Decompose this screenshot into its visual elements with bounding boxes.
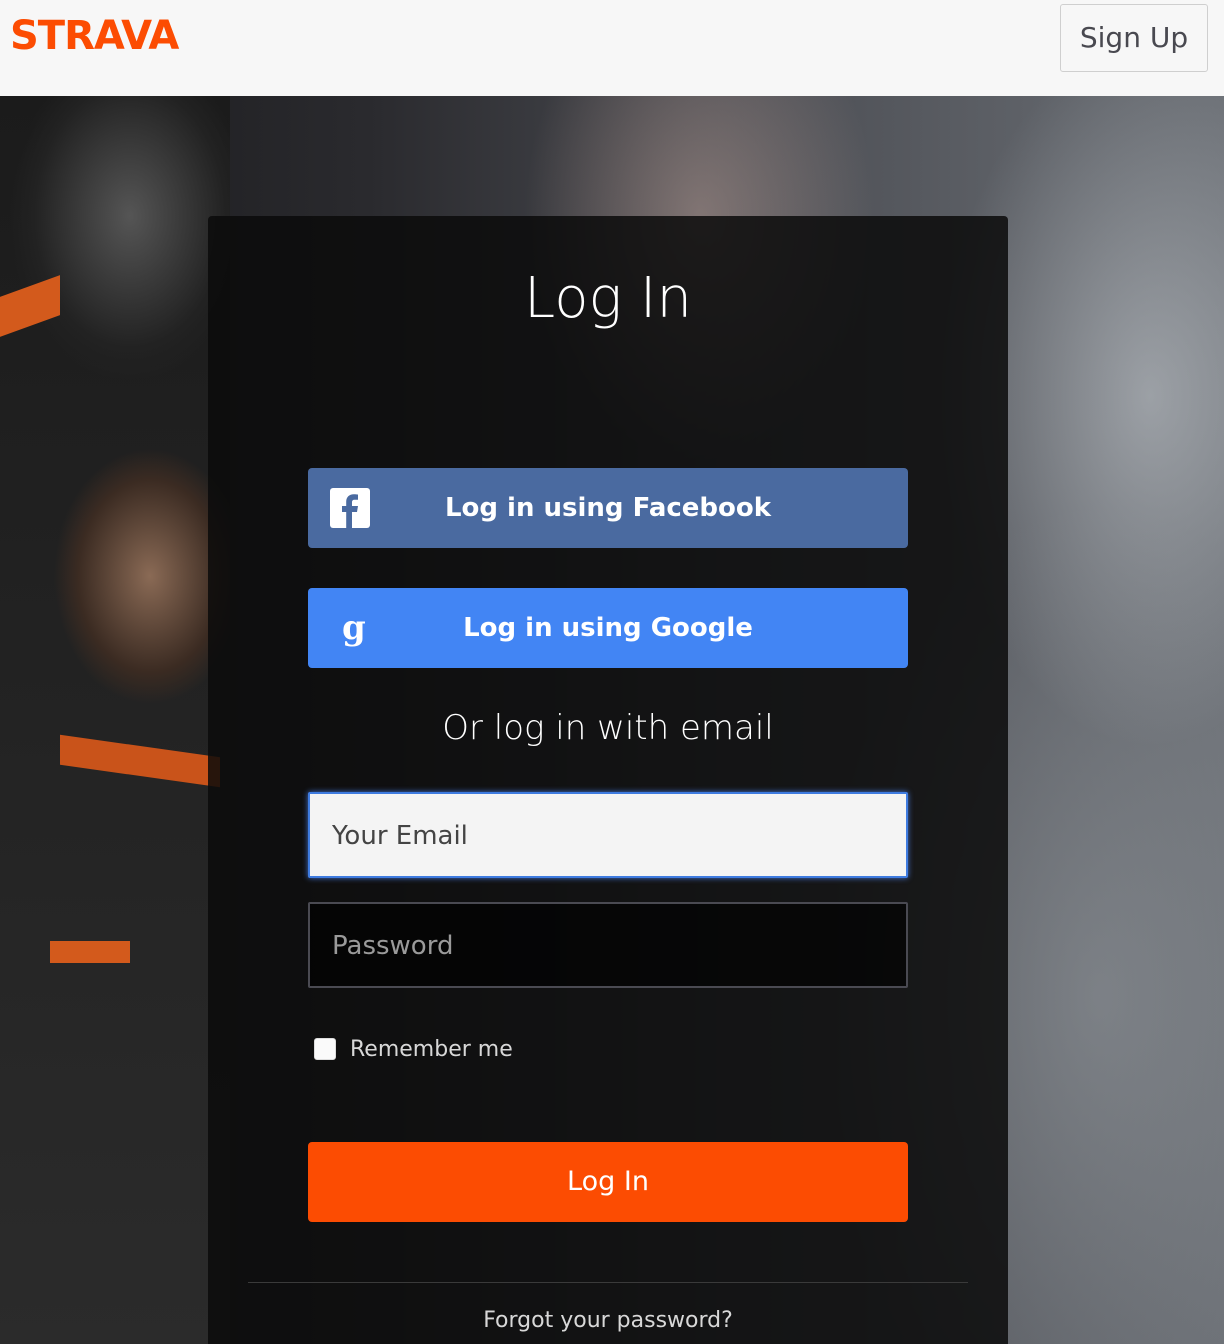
forgot-password-link[interactable]: Forgot your password? xyxy=(208,1306,1008,1336)
facebook-icon xyxy=(330,488,370,528)
photo-detail xyxy=(50,941,130,963)
sign-up-button[interactable]: Sign Up xyxy=(1060,4,1208,72)
strava-logo[interactable]: STRAVA xyxy=(10,14,179,58)
login-card: Log In Log in using Facebook g Log in us… xyxy=(208,216,1008,1344)
email-login-heading: Or log in with email xyxy=(442,708,774,748)
divider xyxy=(248,1282,968,1283)
facebook-login-label: Log in using Facebook xyxy=(444,493,772,523)
password-field[interactable]: Password xyxy=(308,902,908,988)
top-navigation-bar: STRAVA Sign Up xyxy=(0,0,1224,96)
log-in-button[interactable]: Log In xyxy=(308,1142,908,1222)
remember-me-label: Remember me xyxy=(350,1036,513,1062)
remember-me-checkbox[interactable] xyxy=(314,1038,336,1060)
google-login-label: Log in using Google xyxy=(463,613,753,643)
page-title: Log In xyxy=(524,266,692,331)
svg-text:g: g xyxy=(342,608,366,648)
remember-me-option[interactable]: Remember me xyxy=(314,1034,513,1064)
facebook-login-button[interactable]: Log in using Facebook xyxy=(308,468,908,548)
email-field[interactable]: Your Email xyxy=(308,792,908,878)
google-login-button[interactable]: g Log in using Google xyxy=(308,588,908,668)
google-icon: g xyxy=(342,608,366,648)
